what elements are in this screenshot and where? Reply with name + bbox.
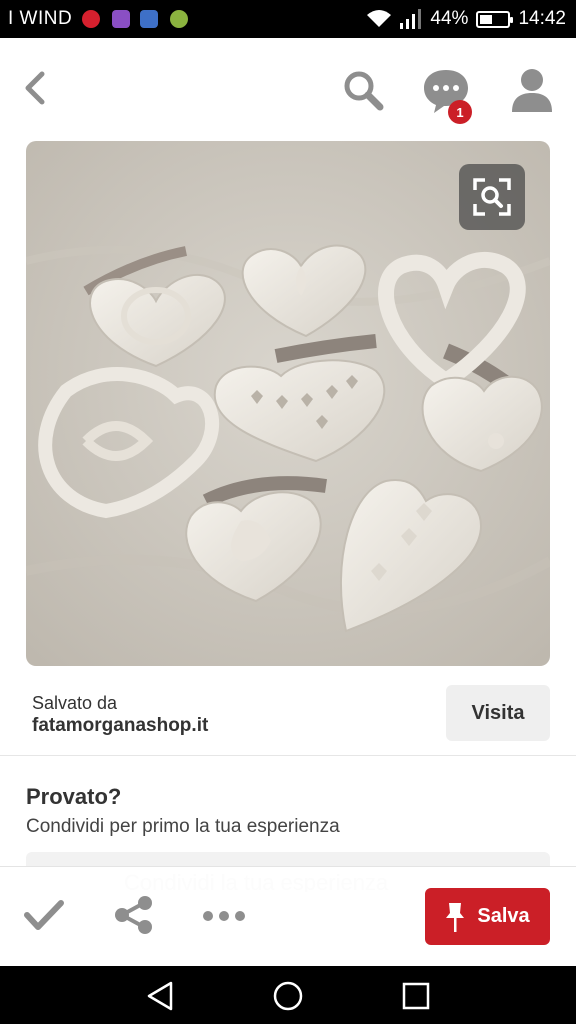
wifi-icon	[367, 10, 392, 27]
wifi-app-icon	[140, 10, 158, 28]
system-nav-bar	[0, 966, 576, 1024]
visual-search-icon	[473, 178, 511, 216]
top-bar: 1	[0, 38, 576, 138]
saved-from-label: Salvato da	[32, 693, 118, 713]
search-icon[interactable]	[340, 68, 388, 112]
nav-recents-icon[interactable]	[399, 979, 433, 1013]
visual-search-button[interactable]	[459, 164, 525, 230]
save-button[interactable]: Salva	[425, 888, 550, 945]
profile-icon[interactable]	[510, 66, 554, 114]
nav-home-icon[interactable]	[271, 979, 305, 1013]
source-section: Salvato da fatamorganashop.it Visita	[0, 680, 576, 756]
signal-icon	[400, 9, 422, 29]
visit-button[interactable]: Visita	[446, 685, 550, 741]
notification-badge: 1	[448, 100, 472, 124]
battery-percent: 44%	[430, 8, 469, 29]
nav-back-icon[interactable]	[143, 979, 177, 1013]
green-app-icon	[170, 10, 188, 28]
battery-icon	[476, 10, 514, 28]
clock: 14:42	[518, 8, 566, 29]
tried-subtitle: Condividi per primo la tua esperienza	[26, 816, 340, 837]
share-icon[interactable]	[112, 895, 156, 935]
back-arrow-icon[interactable]	[18, 68, 54, 108]
more-options-icon[interactable]	[200, 903, 248, 929]
source-domain[interactable]: fatamorganashop.it	[32, 715, 208, 737]
pinterest-icon	[82, 10, 100, 28]
check-icon[interactable]	[24, 897, 64, 933]
tried-title: Provato?	[26, 784, 122, 809]
pin-icon	[446, 902, 465, 932]
status-bar: I WIND 44% 14:42	[0, 0, 576, 38]
tried-section: Provato? Condividi per primo la tua espe…	[0, 756, 576, 892]
carrier-name: I WIND	[8, 8, 73, 29]
save-label: Salva	[477, 905, 530, 927]
gallery-icon	[112, 10, 130, 28]
action-bar: Salva	[0, 866, 576, 966]
